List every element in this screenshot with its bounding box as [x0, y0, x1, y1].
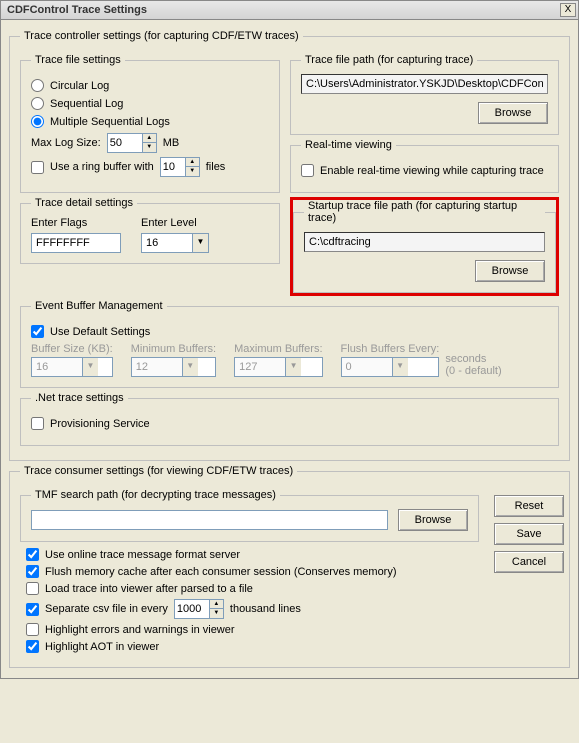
- ring-files-spinner[interactable]: ▲▼: [160, 157, 200, 177]
- path-group: Trace file path (for capturing trace) Br…: [290, 54, 559, 135]
- spin-down-icon[interactable]: ▼: [209, 609, 223, 618]
- max-log-label: Max Log Size:: [31, 137, 101, 149]
- opt-online-server[interactable]: Use online trace message format server: [26, 548, 479, 561]
- chevron-down-icon[interactable]: ▼: [192, 234, 208, 252]
- buf-flush-unit: seconds (0 - default): [445, 353, 501, 377]
- csv-lines-input[interactable]: [175, 600, 209, 618]
- buf-max-input: [235, 358, 285, 376]
- buf-size-label: Buffer Size (KB):: [31, 343, 113, 355]
- max-log-unit: MB: [163, 137, 180, 149]
- level-combo[interactable]: ▼: [141, 233, 209, 253]
- startup-highlight: Startup trace file path (for capturing s…: [290, 197, 559, 296]
- buf-size-combo: ▼: [31, 357, 113, 377]
- use-default-checkbox[interactable]: [31, 325, 44, 338]
- controller-group: Trace controller settings (for capturing…: [9, 30, 570, 461]
- realtime-check[interactable]: Enable real-time viewing while capturing…: [301, 164, 548, 177]
- opt-highlight-aot[interactable]: Highlight AOT in viewer: [26, 640, 479, 653]
- radio-sequential-input[interactable]: [31, 97, 44, 110]
- spin-up-icon[interactable]: ▲: [209, 600, 223, 609]
- ring-files-input[interactable]: [161, 158, 185, 176]
- buf-flush-combo: ▼: [341, 357, 440, 377]
- buffer-group: Event Buffer Management Use Default Sett…: [20, 300, 559, 388]
- detail-group: Trace detail settings Enter Flags Enter …: [20, 197, 280, 264]
- chevron-down-icon: ▼: [285, 358, 301, 376]
- spin-down-icon[interactable]: ▼: [142, 143, 156, 152]
- radio-circular-input[interactable]: [31, 79, 44, 92]
- buf-min-input: [132, 358, 182, 376]
- buf-min-combo: ▼: [131, 357, 216, 377]
- radio-circular[interactable]: Circular Log: [31, 79, 269, 92]
- realtime-legend: Real-time viewing: [301, 139, 396, 151]
- opt-separate-csv[interactable]: Separate csv file in every ▲▼ thousand l…: [26, 599, 479, 619]
- chevron-down-icon: ▼: [392, 358, 408, 376]
- consumer-group: Trace consumer settings (for viewing CDF…: [9, 465, 570, 668]
- buf-flush-label: Flush Buffers Every:: [341, 343, 440, 355]
- buf-max-label: Maximum Buffers:: [234, 343, 322, 355]
- spin-up-icon[interactable]: ▲: [185, 158, 199, 167]
- net-legend: .Net trace settings: [31, 392, 128, 404]
- cancel-button[interactable]: Cancel: [494, 551, 564, 573]
- close-icon[interactable]: X: [560, 3, 576, 17]
- flags-label: Enter Flags: [31, 217, 121, 229]
- buf-max-combo: ▼: [234, 357, 322, 377]
- spin-up-icon[interactable]: ▲: [142, 134, 156, 143]
- buf-flush-input: [342, 358, 392, 376]
- opt-flush-checkbox[interactable]: [26, 565, 39, 578]
- radio-sequential[interactable]: Sequential Log: [31, 97, 269, 110]
- level-label: Enter Level: [141, 217, 209, 229]
- radio-multiple[interactable]: Multiple Sequential Logs: [31, 115, 269, 128]
- startup-input[interactable]: [304, 232, 545, 252]
- buf-size-input: [32, 358, 82, 376]
- chevron-down-icon: ▼: [82, 358, 98, 376]
- radio-multiple-input[interactable]: [31, 115, 44, 128]
- provisioning-check[interactable]: Provisioning Service: [31, 417, 548, 430]
- opt-flush-cache[interactable]: Flush memory cache after each consumer s…: [26, 565, 479, 578]
- reset-button[interactable]: Reset: [494, 495, 564, 517]
- use-default-check[interactable]: Use Default Settings: [31, 325, 548, 338]
- path-browse-button[interactable]: Browse: [478, 102, 548, 124]
- tmf-input[interactable]: [31, 510, 388, 530]
- realtime-group: Real-time viewing Enable real-time viewi…: [290, 139, 559, 193]
- max-log-input[interactable]: [108, 134, 142, 152]
- path-input[interactable]: [301, 74, 548, 94]
- realtime-checkbox[interactable]: [301, 164, 314, 177]
- trace-file-group: Trace file settings Circular Log Sequent…: [20, 54, 280, 193]
- path-legend: Trace file path (for capturing trace): [301, 54, 477, 66]
- opt-errors-checkbox[interactable]: [26, 623, 39, 636]
- opt-csv-checkbox[interactable]: [26, 603, 39, 616]
- ring-buffer-checkbox[interactable]: [31, 161, 44, 174]
- max-log-spinner[interactable]: ▲▼: [107, 133, 157, 153]
- detail-legend: Trace detail settings: [31, 197, 137, 209]
- tmf-browse-button[interactable]: Browse: [398, 509, 468, 531]
- flags-input[interactable]: [31, 233, 121, 253]
- tmf-legend: TMF search path (for decrypting trace me…: [31, 489, 280, 501]
- opt-aot-checkbox[interactable]: [26, 640, 39, 653]
- opt-load-checkbox[interactable]: [26, 582, 39, 595]
- opt-online-checkbox[interactable]: [26, 548, 39, 561]
- chevron-down-icon: ▼: [182, 358, 198, 376]
- opt-highlight-errors[interactable]: Highlight errors and warnings in viewer: [26, 623, 479, 636]
- buf-min-label: Minimum Buffers:: [131, 343, 216, 355]
- title-bar: CDFControl Trace Settings X: [0, 0, 579, 20]
- buffer-legend: Event Buffer Management: [31, 300, 167, 312]
- csv-lines-spinner[interactable]: ▲▼: [174, 599, 224, 619]
- startup-browse-button[interactable]: Browse: [475, 260, 545, 282]
- opt-load-trace[interactable]: Load trace into viewer after parsed to a…: [26, 582, 479, 595]
- window-body: Trace controller settings (for capturing…: [0, 20, 579, 679]
- controller-legend: Trace controller settings (for capturing…: [20, 30, 303, 42]
- tmf-group: TMF search path (for decrypting trace me…: [20, 489, 479, 542]
- startup-group: Startup trace file path (for capturing s…: [293, 200, 556, 293]
- ring-buffer-check[interactable]: Use a ring buffer with ▲▼ files: [31, 157, 269, 177]
- window-title: CDFControl Trace Settings: [7, 4, 560, 16]
- save-button[interactable]: Save: [494, 523, 564, 545]
- net-group: .Net trace settings Provisioning Service: [20, 392, 559, 446]
- level-input[interactable]: [142, 234, 192, 252]
- trace-file-legend: Trace file settings: [31, 54, 125, 66]
- startup-legend: Startup trace file path (for capturing s…: [304, 200, 545, 224]
- consumer-legend: Trace consumer settings (for viewing CDF…: [20, 465, 297, 477]
- spin-down-icon[interactable]: ▼: [185, 167, 199, 176]
- action-buttons: Reset Save Cancel: [494, 495, 564, 573]
- provisioning-checkbox[interactable]: [31, 417, 44, 430]
